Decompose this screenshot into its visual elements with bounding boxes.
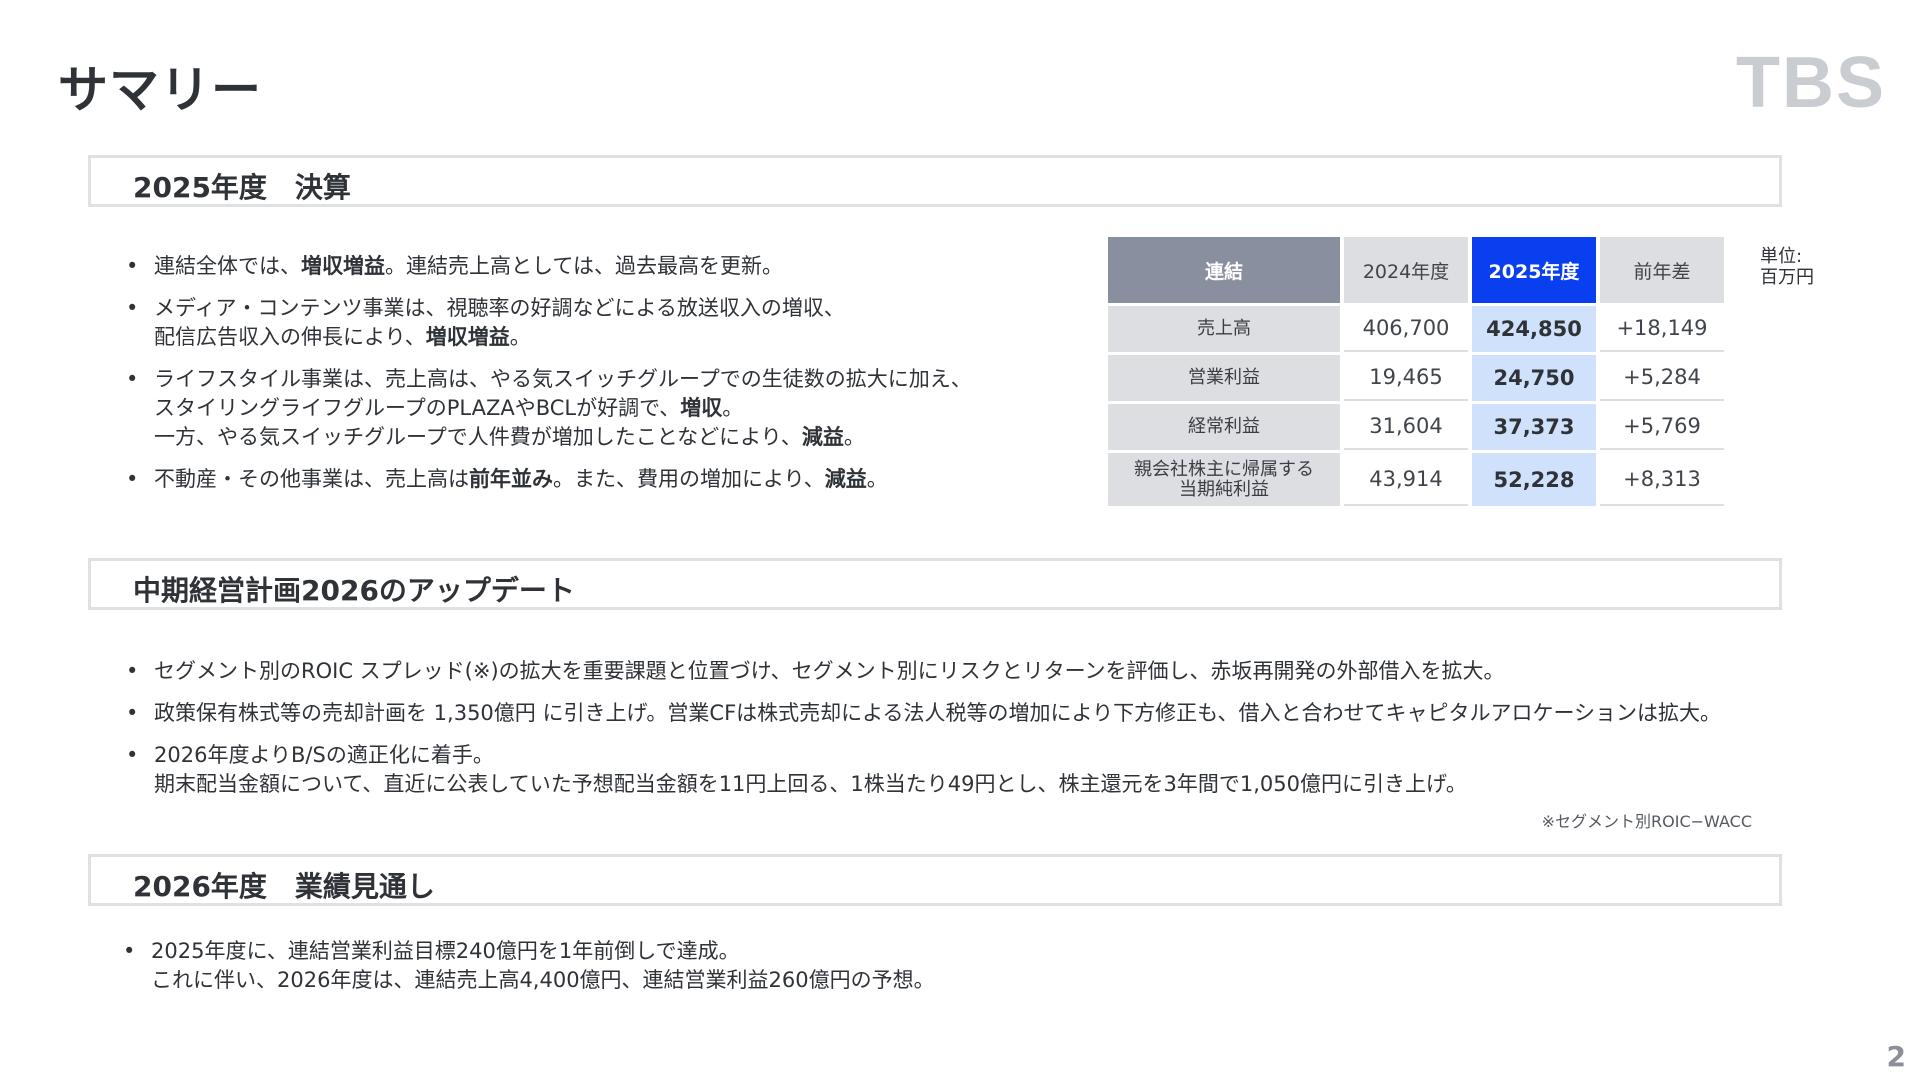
bullet-line: 2026年度よりB/Sの適正化に着手。 — [154, 741, 1721, 770]
bullet-text: 2026年度よりB/Sの適正化に着手。 — [154, 743, 494, 767]
bullet-text: 。 — [722, 396, 744, 420]
table-row: 親会社株主に帰属する 当期純利益 43,914 52,228 +8,313 — [1108, 453, 1724, 506]
bullet-text: 一方、やる気スイッチグループで人件費が増加したことなどにより、 — [154, 425, 802, 449]
bullet-line: スタイリングライフグループのPLAZAやBCLが好調で、増収。 — [154, 394, 972, 423]
footnote: ※セグメント別ROIC−WACC — [1541, 812, 1752, 831]
bullet-line: 政策保有株式等の売却計画を 1,350億円 に引き上げ。営業CFは株式売却による… — [154, 699, 1721, 728]
financial-table: 連結 2024年度 2025年度 前年差 売上高 406,700 424,850 +1… — [1104, 234, 1728, 509]
bullet-text: 。また、費用の増加により、 — [553, 467, 825, 491]
bullet-line: メディア・コンテンツ事業は、視聴率の好調などによる放送収入の増収、 — [154, 294, 972, 323]
bullet-line: 2025年度に、連結営業利益目標240億円を1年前倒しで達成。 — [151, 937, 935, 966]
row-label: 売上高 — [1108, 306, 1340, 352]
bullet-text: これに伴い、2026年度は、連結売上高4,400億円、連結営業利益260億円の予… — [151, 968, 935, 992]
value-fy2024: 43,914 — [1344, 453, 1468, 506]
bullet-text: 。連結売上高としては、過去最高を更新。 — [385, 254, 783, 278]
bullet-line: 連結全体では、増収増益。連結売上高としては、過去最高を更新。 — [154, 252, 972, 281]
bullet-text: ライフスタイル事業は、売上高は、やる気スイッチグループでの生徒数の拡大に加え、 — [154, 367, 972, 391]
emphasis-text: 減益 — [801, 425, 844, 449]
emphasis-text: 減益 — [824, 467, 867, 491]
bullet-item: 2026年度よりB/Sの適正化に着手。期末配当金額について、直近に公表していた予… — [126, 741, 1721, 799]
plan-bullet-list: セグメント別のROIC スプレッド(※)の拡大を重要課題と位置づけ、セグメント別… — [126, 657, 1721, 812]
emphasis-text: 前年並み — [469, 467, 553, 491]
row-label-line: 売上高 — [1197, 318, 1251, 339]
value-fy2024: 19,465 — [1344, 355, 1468, 401]
bullet-text: 。 — [866, 467, 888, 491]
bullet-text: 政策保有株式等の売却計画を 1,350億円 に引き上げ。営業CFは株式売却による… — [154, 701, 1722, 725]
table-row: 売上高 406,700 424,850 +18,149 — [1108, 306, 1724, 352]
forecast-bullet-list: 2025年度に、連結営業利益目標240億円を1年前倒しで達成。これに伴い、202… — [123, 937, 935, 1008]
emphasis-text: 増収 — [680, 396, 723, 420]
bullet-text: メディア・コンテンツ事業は、視聴率の好調などによる放送収入の増収、 — [154, 296, 845, 320]
value-fy2025: 52,228 — [1472, 453, 1596, 506]
value-fy2024: 406,700 — [1344, 306, 1468, 352]
bullet-text: 2025年度に、連結営業利益目標240億円を1年前倒しで達成。 — [151, 939, 740, 963]
section-header-results: 2025年度 決算 — [88, 155, 1782, 207]
bullet-line: 配信広告収入の伸長により、増収増益。 — [154, 323, 972, 352]
row-label: 経常利益 — [1108, 404, 1340, 450]
section-header-forecast: 2026年度 業績見通し — [88, 854, 1782, 906]
tbs-logo: TBS — [1736, 43, 1886, 123]
bullet-text: スタイリングライフグループのPLAZAやBCLが好調で、 — [154, 396, 681, 420]
value-fy2024: 31,604 — [1344, 404, 1468, 450]
bullet-text: 。 — [843, 425, 865, 449]
row-label-line: 営業利益 — [1188, 367, 1260, 388]
value-yoy-diff: +8,313 — [1600, 453, 1724, 506]
bullet-text: セグメント別のROIC スプレッド(※)の拡大を重要課題と位置づけ、セグメント別… — [154, 659, 1505, 683]
section-title: 2025年度 決算 — [133, 171, 351, 204]
value-yoy-diff: +5,769 — [1600, 404, 1724, 450]
row-label-line: 経常利益 — [1188, 416, 1260, 437]
bullet-item: 不動産・その他事業は、売上高は前年並み。また、費用の増加により、減益。 — [126, 465, 972, 494]
bullet-line: セグメント別のROIC スプレッド(※)の拡大を重要課題と位置づけ、セグメント別… — [154, 657, 1721, 686]
section-header-midterm-plan: 中期経営計画2026のアップデート — [88, 558, 1782, 610]
bullet-line: これに伴い、2026年度は、連結売上高4,400億円、連結営業利益260億円の予… — [151, 966, 935, 995]
page-number: 2 — [1886, 1040, 1906, 1073]
header-fy2025: 2025年度 — [1472, 237, 1596, 303]
bullet-line: 一方、やる気スイッチグループで人件費が増加したことなどにより、減益。 — [154, 423, 972, 452]
bullet-line: 不動産・その他事業は、売上高は前年並み。また、費用の増加により、減益。 — [154, 465, 972, 494]
unit-label-line: 単位: — [1760, 246, 1803, 267]
table-header-row: 連結 2024年度 2025年度 前年差 — [1108, 237, 1724, 303]
unit-label-line: 百万円 — [1760, 267, 1814, 288]
section-title: 中期経営計画2026のアップデート — [133, 574, 575, 607]
bullet-item: 2025年度に、連結営業利益目標240億円を1年前倒しで達成。これに伴い、202… — [123, 937, 935, 995]
value-fy2025: 37,373 — [1472, 404, 1596, 450]
header-yoy-diff: 前年差 — [1600, 237, 1724, 303]
emphasis-text: 増収増益 — [301, 254, 385, 278]
row-label: 営業利益 — [1108, 355, 1340, 401]
bullet-text: 。 — [509, 325, 531, 349]
value-fy2025: 24,750 — [1472, 355, 1596, 401]
value-fy2025: 424,850 — [1472, 306, 1596, 352]
bullet-line: 期末配当金額について、直近に公表していた予想配当金額を11円上回る、1株当たり4… — [154, 770, 1721, 799]
row-label-line: 親会社株主に帰属する — [1134, 458, 1314, 480]
bullet-item: メディア・コンテンツ事業は、視聴率の好調などによる放送収入の増収、配信広告収入の… — [126, 294, 972, 352]
header-fy2024: 2024年度 — [1344, 237, 1468, 303]
emphasis-text: 増収増益 — [425, 325, 510, 349]
value-yoy-diff: +18,149 — [1600, 306, 1724, 352]
unit-label: 単位: 百万円 — [1760, 246, 1814, 288]
section-title: 2026年度 業績見通し — [133, 870, 435, 903]
row-label-line: 当期純利益 — [1179, 478, 1269, 500]
bullet-text: 期末配当金額について、直近に公表していた予想配当金額を11円上回る、1株当たり4… — [154, 772, 1467, 796]
bullet-item: 政策保有株式等の売却計画を 1,350億円 に引き上げ。営業CFは株式売却による… — [126, 699, 1721, 728]
header-consolidated: 連結 — [1108, 237, 1340, 303]
bullet-item: セグメント別のROIC スプレッド(※)の拡大を重要課題と位置づけ、セグメント別… — [126, 657, 1721, 686]
bullet-item: 連結全体では、増収増益。連結売上高としては、過去最高を更新。 — [126, 252, 972, 281]
value-yoy-diff: +5,284 — [1600, 355, 1724, 401]
bullet-text: 不動産・その他事業は、売上高は — [154, 467, 469, 491]
bullet-item: ライフスタイル事業は、売上高は、やる気スイッチグループでの生徒数の拡大に加え、ス… — [126, 365, 972, 452]
page-title: サマリー — [58, 61, 262, 119]
bullet-text: 配信広告収入の伸長により、 — [154, 325, 426, 349]
bullet-line: ライフスタイル事業は、売上高は、やる気スイッチグループでの生徒数の拡大に加え、 — [154, 365, 972, 394]
results-bullet-list: 連結全体では、増収増益。連結売上高としては、過去最高を更新。メディア・コンテンツ… — [126, 252, 972, 507]
row-label: 親会社株主に帰属する 当期純利益 — [1108, 453, 1340, 506]
table-row: 経常利益 31,604 37,373 +5,769 — [1108, 404, 1724, 450]
bullet-text: 連結全体では、 — [154, 254, 301, 278]
table-row: 営業利益 19,465 24,750 +5,284 — [1108, 355, 1724, 401]
